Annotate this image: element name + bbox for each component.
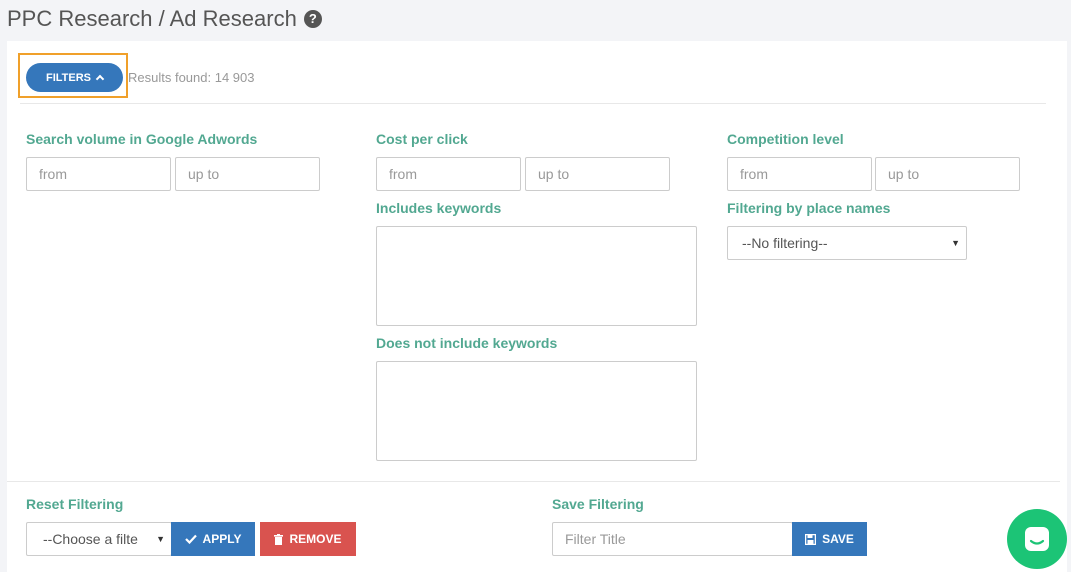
results-count: Results found: 14 903 [128, 70, 255, 85]
chat-widget-button[interactable] [1007, 509, 1067, 569]
place-names-select[interactable]: --No filtering-- ▼ [727, 226, 967, 260]
save-button-label: SAVE [822, 532, 854, 546]
divider [20, 103, 1046, 104]
question-circle-icon[interactable]: ? [303, 10, 322, 28]
cpc-from-input[interactable] [376, 157, 521, 191]
chat-icon [1025, 527, 1049, 551]
reset-filtering-label: Reset Filtering [26, 496, 124, 512]
competition-label: Competition level [727, 131, 844, 147]
filter-title-input[interactable] [552, 522, 793, 556]
filters-toggle-label: FILTERS [45, 71, 91, 84]
chevron-up-icon [95, 74, 105, 84]
caret-down-icon: ▼ [951, 238, 960, 248]
trash-icon [274, 533, 284, 545]
save-button[interactable]: SAVE [792, 522, 867, 556]
includes-keywords-textarea[interactable] [376, 226, 697, 326]
cpc-to-input[interactable] [525, 157, 670, 191]
page-title: PPC Research / Ad Research ? [7, 6, 322, 32]
includes-keywords-label: Includes keywords [376, 200, 502, 216]
divider [7, 481, 1060, 482]
page-title-text: PPC Research / Ad Research [7, 6, 297, 31]
place-names-label: Filtering by place names [727, 200, 891, 216]
search-volume-to-input[interactable] [175, 157, 320, 191]
floppy-disk-icon [805, 533, 817, 545]
search-volume-label: Search volume in Google Adwords [26, 131, 258, 147]
check-icon [184, 534, 197, 544]
save-filtering-label: Save Filtering [552, 496, 644, 512]
saved-filter-select-value: --Choose a filte [43, 531, 138, 547]
apply-button[interactable]: APPLY [171, 522, 255, 556]
filters-toggle-button[interactable]: FILTERS [26, 63, 123, 92]
excludes-keywords-label: Does not include keywords [376, 335, 558, 351]
place-names-select-value: --No filtering-- [742, 235, 828, 251]
caret-down-icon: ▼ [156, 534, 165, 544]
cpc-label: Cost per click [376, 131, 468, 147]
remove-button[interactable]: REMOVE [260, 522, 356, 556]
competition-to-input[interactable] [875, 157, 1020, 191]
competition-from-input[interactable] [727, 157, 872, 191]
excludes-keywords-textarea[interactable] [376, 361, 697, 461]
apply-button-label: APPLY [202, 532, 242, 546]
saved-filter-select[interactable]: --Choose a filte ▼ [26, 522, 172, 556]
search-volume-from-input[interactable] [26, 157, 171, 191]
remove-button-label: REMOVE [289, 532, 342, 546]
